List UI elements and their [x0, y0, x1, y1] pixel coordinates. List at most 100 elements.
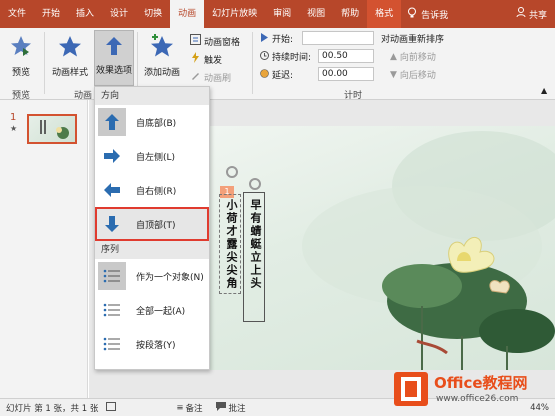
animation-styles-button[interactable]: 动画样式: [52, 34, 88, 78]
lightbulb-icon: [407, 7, 417, 22]
effect-options-label: 效果选项: [95, 66, 132, 76]
from-left-label: 自左侧(L): [136, 152, 176, 163]
add-star-icon: [149, 34, 175, 63]
trigger-label: 触发: [204, 55, 223, 66]
effect-options-dropdown: 方向 自底部(B) 自左侧(L) 自右侧(R) 自顶部(T) 序列 作为一个对象…: [94, 86, 210, 370]
rotate-handle-icon[interactable]: [249, 178, 261, 190]
text-box-left[interactable]: 小荷才露尖尖角: [219, 194, 241, 294]
delay-input[interactable]: 00.00: [318, 67, 374, 81]
powerpoint-window: 文件 开始 插入 设计 切换 动画 幻灯片放映 审阅 视图 帮助 格式 告诉我 …: [0, 0, 555, 416]
from-right-label: 自右侧(R): [136, 186, 177, 197]
preview-button[interactable]: 预览: [8, 34, 34, 78]
arrow-left-icon: [98, 176, 126, 204]
group-divider: [137, 32, 138, 94]
tab-slideshow[interactable]: 幻灯片放映: [204, 0, 265, 28]
list-icon: [98, 330, 126, 358]
move-earlier-label: 向前移动: [399, 53, 436, 63]
notes-button[interactable]: ≡ 备注: [176, 402, 202, 414]
trigger-button[interactable]: 触发: [190, 52, 222, 66]
comments-label: 批注: [228, 403, 246, 414]
slide-number: 1: [10, 112, 17, 123]
move-later-button[interactable]: ▼ 向后移动: [390, 68, 436, 82]
duration-input[interactable]: 00.50: [318, 49, 374, 63]
effect-options-button[interactable]: 效果选项: [94, 30, 134, 86]
slide-thumbnail-pane: 1 ★: [0, 100, 88, 398]
watermark-logo: Office教程网 www.office26.com: [392, 370, 555, 416]
duration-label: 持续时间:: [272, 53, 312, 63]
tell-me-box[interactable]: 告诉我: [407, 7, 448, 22]
animation-painter-label: 动画刷: [204, 73, 232, 84]
arrow-right-icon: [98, 142, 126, 170]
tell-me-label: 告诉我: [421, 10, 449, 21]
list-icon: [98, 262, 126, 290]
arrow-up-icon: [98, 108, 126, 136]
arrow-up-small-icon: ▲: [390, 51, 397, 62]
menu-item-from-bottom[interactable]: 自底部(B): [95, 105, 209, 139]
comment-icon: [216, 401, 227, 414]
delay-label: 延迟:: [272, 71, 294, 81]
tab-transitions[interactable]: 切换: [136, 0, 170, 28]
animation-styles-label: 动画样式: [52, 68, 89, 78]
animation-pane-icon: [190, 34, 201, 48]
all-at-once-label: 全部一起(A): [136, 306, 186, 317]
menu-item-by-paragraph[interactable]: 按段落(Y): [95, 327, 209, 361]
menu-item-from-left[interactable]: 自左侧(L): [95, 139, 209, 173]
as-one-object-label: 作为一个对象(N): [136, 272, 204, 283]
animation-star-icon: ★: [10, 124, 18, 133]
move-earlier-button[interactable]: ▲ 向前移动: [390, 50, 436, 64]
timer-icon: [260, 68, 269, 81]
tab-help[interactable]: 帮助: [333, 0, 367, 28]
tab-file[interactable]: 文件: [0, 0, 34, 28]
tab-design[interactable]: 设计: [102, 0, 136, 28]
notes-label: 备注: [185, 403, 203, 414]
add-animation-button[interactable]: 添加动画: [144, 34, 180, 78]
direction-header: 方向: [95, 87, 209, 105]
tab-insert[interactable]: 插入: [68, 0, 102, 28]
comments-button[interactable]: 批注: [216, 401, 246, 414]
office-logo-icon: [394, 372, 428, 406]
arrow-down-icon: [98, 210, 126, 238]
arrow-up-icon: [102, 34, 126, 61]
play-icon: [260, 32, 269, 45]
reorder-label: 对动画重新排序: [381, 35, 445, 45]
animation-painter-button[interactable]: 动画刷: [190, 70, 231, 84]
from-bottom-label: 自底部(B): [136, 118, 177, 129]
group-divider: [44, 32, 45, 94]
clock-icon: [260, 50, 269, 63]
menu-item-all-at-once[interactable]: 全部一起(A): [95, 293, 209, 327]
tab-home[interactable]: 开始: [34, 0, 68, 28]
person-icon: [516, 7, 526, 21]
duration-row: 持续时间:: [260, 50, 311, 63]
brush-icon: [190, 70, 201, 84]
delay-row: 延迟:: [260, 68, 293, 81]
collapse-ribbon-icon[interactable]: ▲: [541, 86, 547, 95]
star-icon: [57, 34, 83, 63]
logo-url: www.office26.com: [436, 394, 519, 404]
arrow-down-small-icon: ▼: [390, 69, 397, 80]
spellcheck-icon[interactable]: [106, 401, 117, 414]
slide-thumbnail[interactable]: [27, 114, 77, 144]
menu-item-from-top[interactable]: 自顶部(T): [95, 207, 209, 241]
sequence-header: 序列: [95, 241, 209, 259]
move-later-label: 向后移动: [399, 71, 436, 81]
ribbon-tab-bar: 文件 开始 插入 设计 切换 动画 幻灯片放映 审阅 视图 帮助 格式 告诉我 …: [0, 0, 555, 28]
list-icon: [98, 296, 126, 324]
tab-animations[interactable]: 动画: [170, 0, 205, 28]
menu-item-as-one-object[interactable]: 作为一个对象(N): [95, 259, 209, 293]
share-button[interactable]: 共享: [516, 7, 555, 21]
tab-review[interactable]: 审阅: [265, 0, 299, 28]
text-box-right[interactable]: 早有蜻蜓立上头: [243, 192, 265, 322]
menu-item-from-right[interactable]: 自右侧(R): [95, 173, 209, 207]
preview-icon: [8, 34, 34, 63]
notes-icon: ≡: [176, 402, 184, 413]
add-animation-label: 添加动画: [144, 68, 181, 78]
start-select[interactable]: [302, 31, 374, 45]
start-label: 开始:: [272, 35, 294, 45]
lightning-icon: [190, 52, 201, 66]
tab-format[interactable]: 格式: [367, 0, 402, 28]
animation-pane-button[interactable]: 动画窗格: [190, 34, 240, 48]
group-divider: [252, 32, 253, 94]
tab-view[interactable]: 视图: [299, 0, 333, 28]
rotate-handle-icon[interactable]: [226, 166, 238, 178]
logo-text: Office教程网: [434, 374, 528, 392]
